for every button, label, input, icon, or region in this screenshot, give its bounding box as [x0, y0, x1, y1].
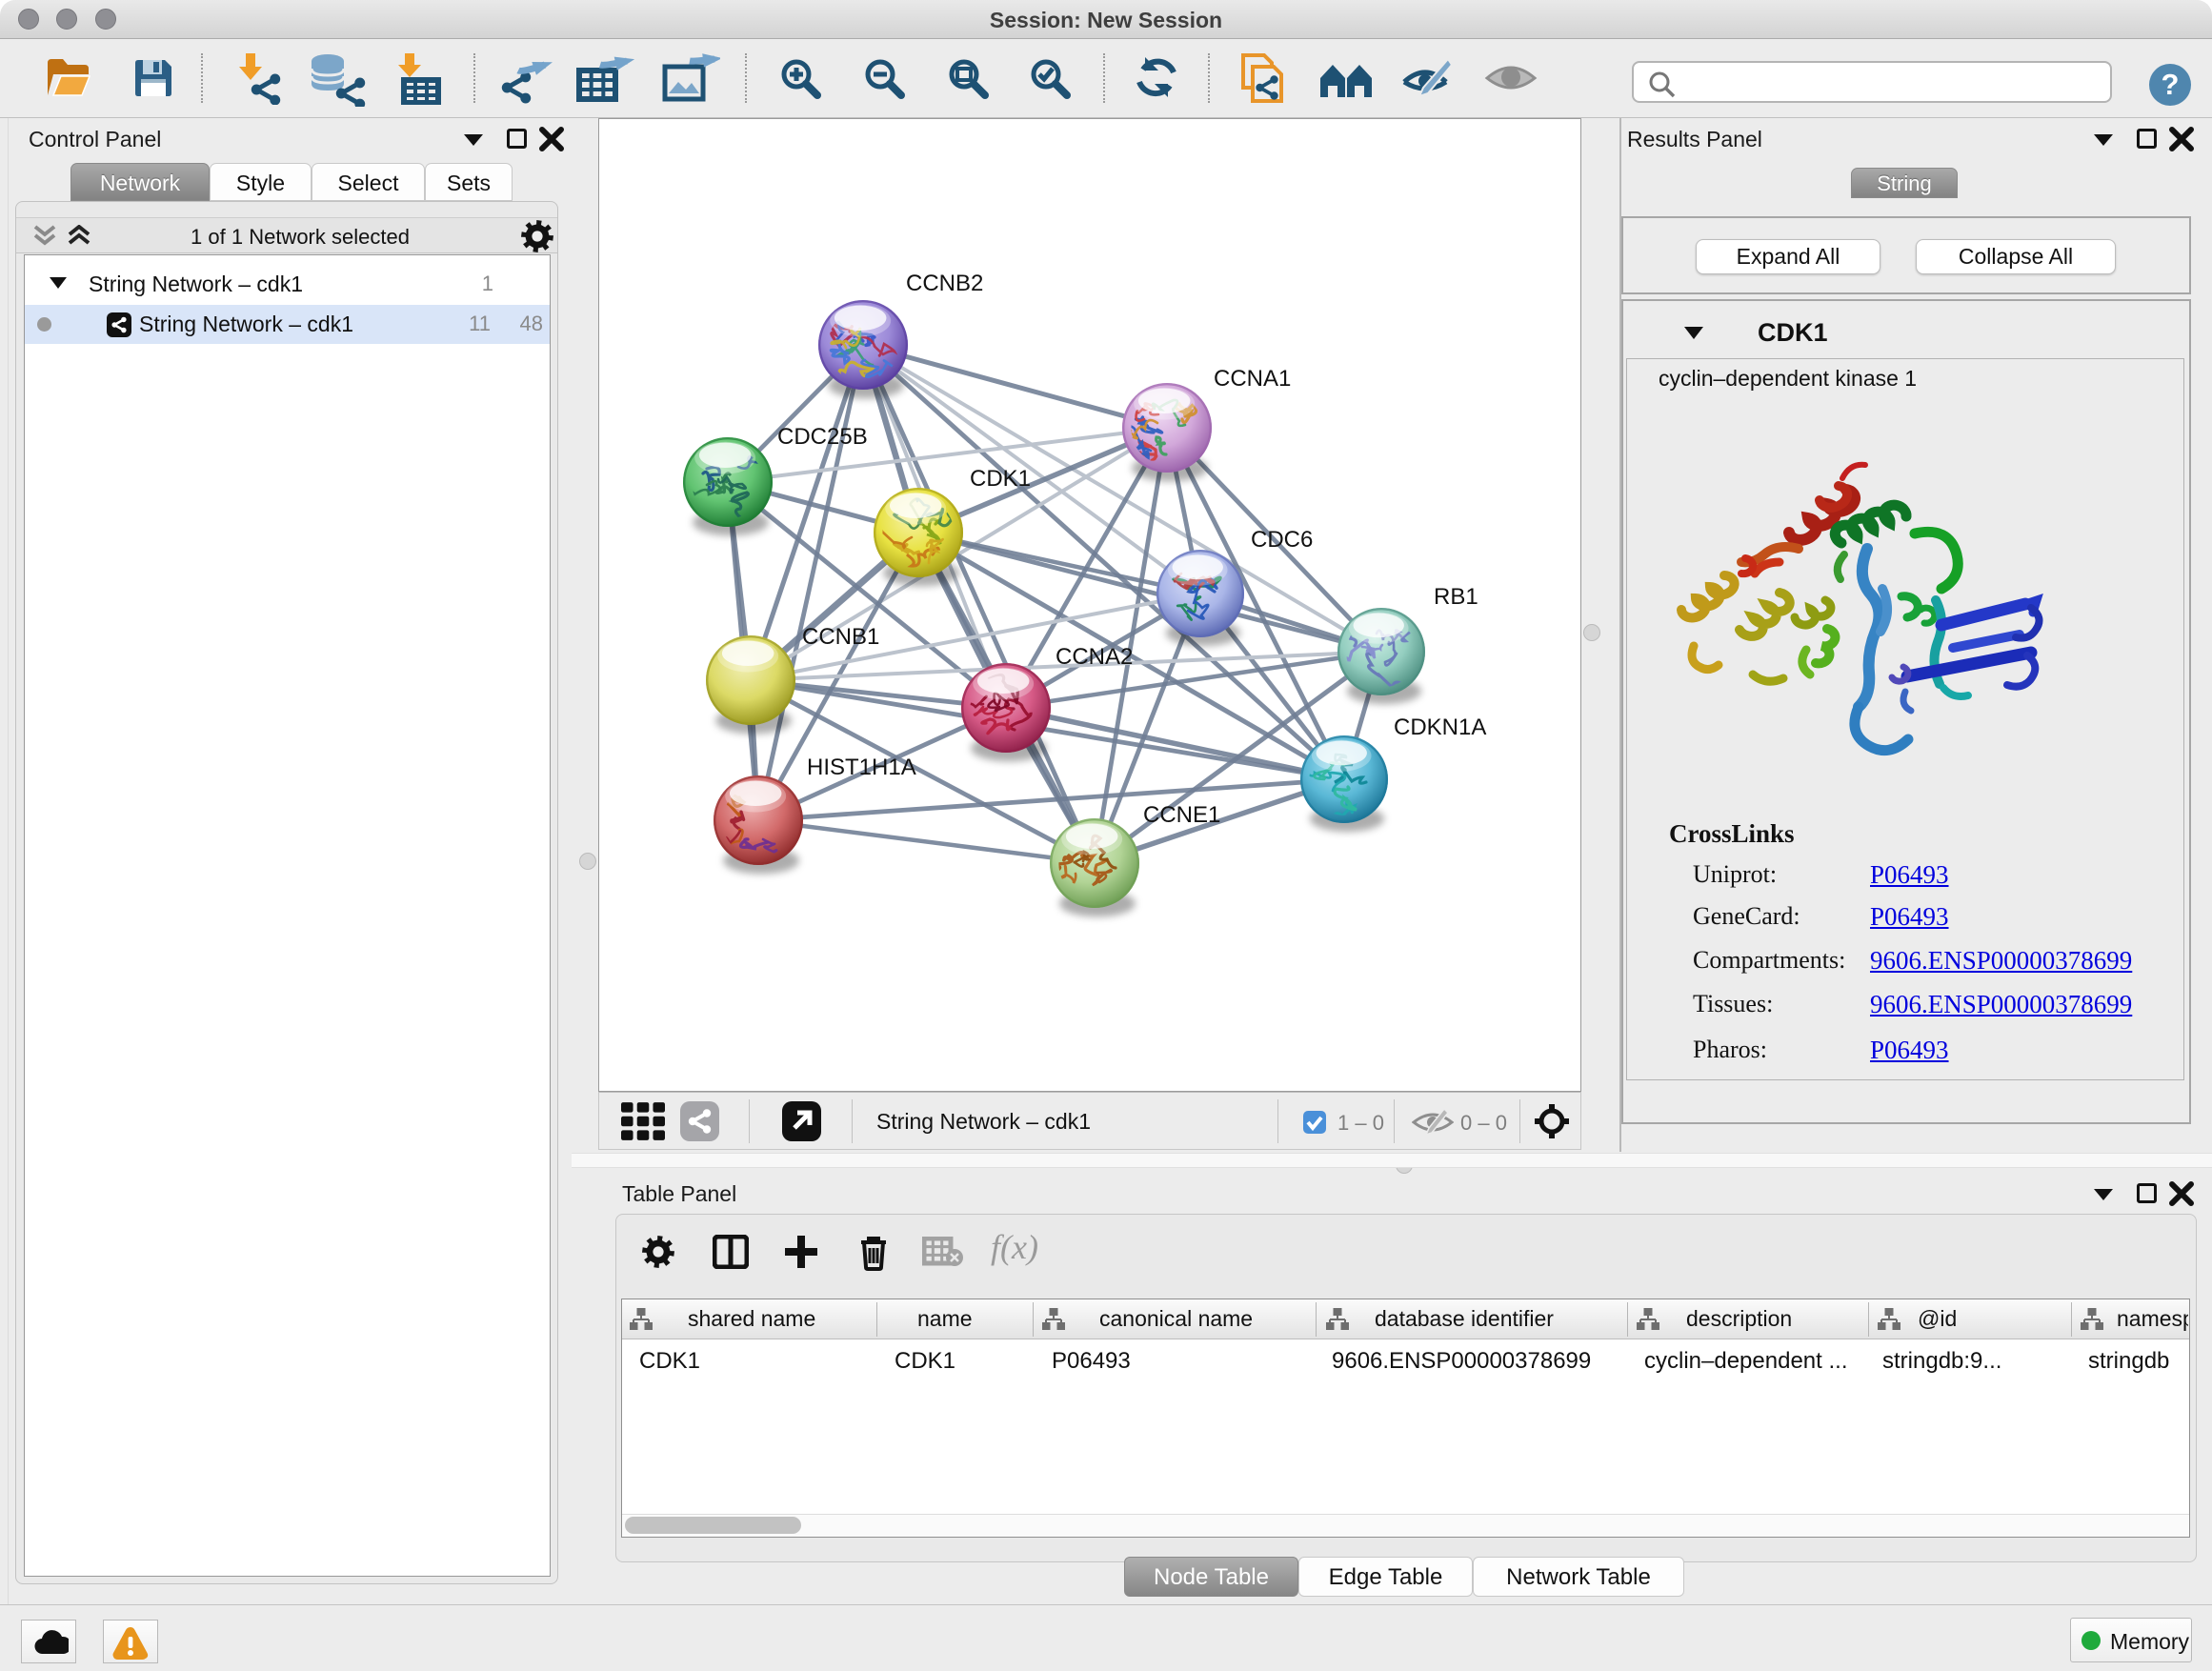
svg-text:CDC6: CDC6 [1251, 527, 1313, 553]
svg-text:CDKN1A: CDKN1A [1394, 715, 1486, 740]
svg-text:CCNA2: CCNA2 [1056, 644, 1133, 670]
svg-text:CCNE1: CCNE1 [1143, 802, 1220, 828]
svg-text:CCNB2: CCNB2 [906, 271, 983, 296]
svg-text:CDK1: CDK1 [970, 466, 1031, 492]
svg-text:HIST1H1A: HIST1H1A [807, 755, 916, 780]
svg-text:CCNA1: CCNA1 [1214, 366, 1291, 392]
svg-text:CCNB1: CCNB1 [802, 624, 879, 650]
svg-text:RB1: RB1 [1434, 584, 1478, 610]
svg-text:CDC25B: CDC25B [777, 424, 868, 450]
